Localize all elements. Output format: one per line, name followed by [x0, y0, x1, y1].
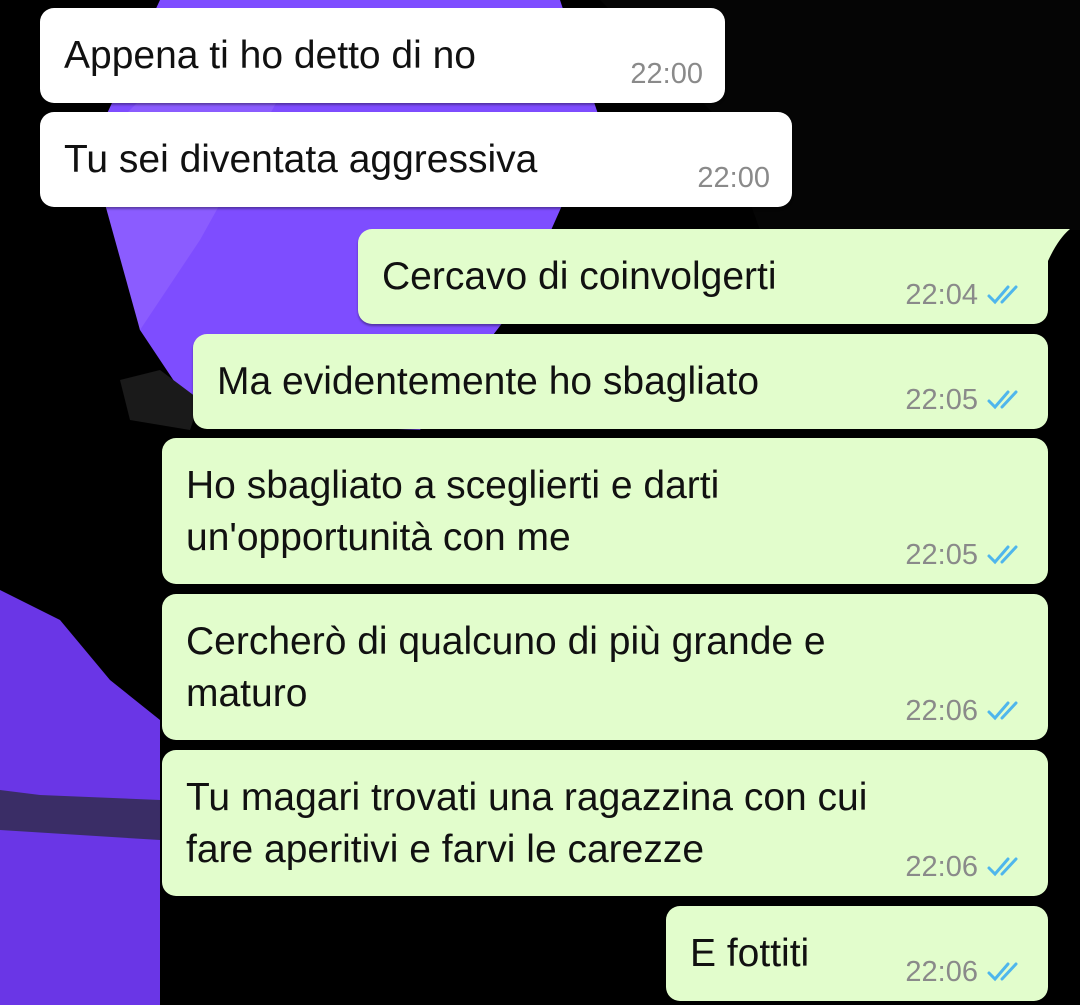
read-ticks-icon [987, 857, 1018, 877]
message-text: Ho sbagliato a sceglierti e darti un'opp… [186, 464, 720, 559]
read-ticks-icon [987, 390, 1018, 410]
read-ticks-icon [987, 285, 1018, 305]
incoming-message[interactable]: Appena ti ho detto di no 22:00 [40, 8, 725, 103]
message-meta: 22:06 [905, 957, 1026, 987]
message-meta: 22:05 [905, 540, 1026, 570]
read-ticks-icon [987, 545, 1018, 565]
message-meta: 22:06 [905, 852, 1026, 882]
message-text: Tu sei diventata aggressiva [64, 138, 538, 181]
message-text: Appena ti ho detto di no [64, 34, 476, 77]
message-text: Tu magari trovati una ragazzina con cui … [186, 776, 868, 871]
message-time: 22:06 [905, 695, 978, 727]
message-meta: 22:00 [697, 163, 770, 193]
outgoing-message[interactable]: Cercavo di coinvolgerti 22:04 [358, 229, 1070, 324]
message-time: 22:06 [905, 851, 978, 883]
read-ticks-icon [987, 962, 1018, 982]
message-meta: 22:00 [630, 59, 703, 89]
message-time: 22:06 [905, 956, 978, 988]
message-time: 22:04 [905, 279, 978, 311]
read-ticks-icon [987, 701, 1018, 721]
bubble-tail [1040, 229, 1070, 261]
outgoing-message[interactable]: Cercherò di qualcuno di più grande e mat… [162, 594, 1048, 740]
message-meta: 22:05 [905, 385, 1026, 415]
message-time: 22:00 [630, 58, 703, 90]
message-meta: 22:04 [905, 280, 1026, 310]
message-time: 22:05 [905, 539, 978, 571]
message-time: 22:05 [905, 384, 978, 416]
incoming-message[interactable]: Tu sei diventata aggressiva 22:00 [40, 112, 792, 207]
message-text: Cercherò di qualcuno di più grande e mat… [186, 620, 826, 715]
message-text: E fottiti [690, 932, 810, 975]
outgoing-message[interactable]: Tu magari trovati una ragazzina con cui … [162, 750, 1048, 896]
outgoing-message[interactable]: E fottiti 22:06 [666, 906, 1048, 1001]
outgoing-message[interactable]: Ho sbagliato a sceglierti e darti un'opp… [162, 438, 1048, 584]
message-meta: 22:06 [905, 696, 1026, 726]
message-time: 22:00 [697, 162, 770, 194]
outgoing-message[interactable]: Ma evidentemente ho sbagliato 22:05 [193, 334, 1048, 429]
message-text: Ma evidentemente ho sbagliato [217, 360, 760, 403]
message-text: Cercavo di coinvolgerti [382, 255, 777, 298]
